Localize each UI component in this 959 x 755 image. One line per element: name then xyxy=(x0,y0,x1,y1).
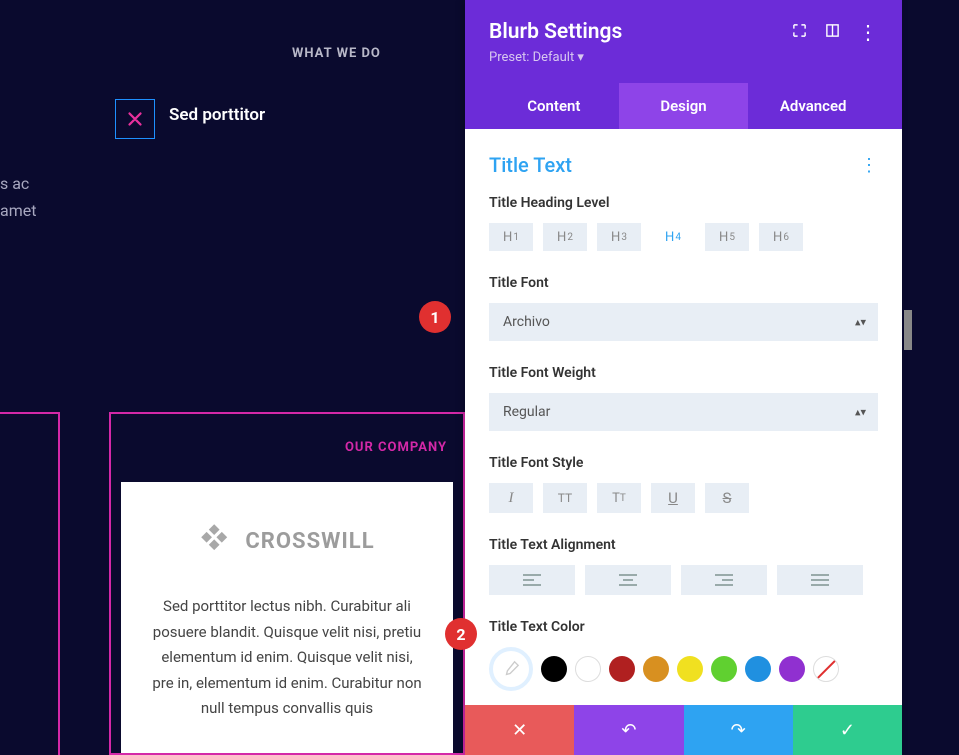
scrollbar-indicator[interactable] xyxy=(904,310,912,350)
blurb-icon xyxy=(115,99,155,139)
color-swatch-3[interactable] xyxy=(643,656,669,682)
tab-advanced[interactable]: Advanced xyxy=(748,83,878,129)
weight-label: Title Font Weight xyxy=(489,365,878,381)
cancel-button[interactable]: ✕ xyxy=(465,705,574,755)
tab-design[interactable]: Design xyxy=(619,83,749,129)
color-swatch-5[interactable] xyxy=(711,656,737,682)
select-arrows-icon: ▴▾ xyxy=(855,406,866,419)
company-content: CROSSWILL Sed porttitor lectus nibh. Cur… xyxy=(121,482,453,753)
what-we-do-label: WHAT WE DO xyxy=(292,46,381,61)
expand-icon[interactable] xyxy=(792,23,807,42)
font-label: Title Font xyxy=(489,275,878,291)
uppercase-button[interactable]: TT xyxy=(543,483,587,513)
blurb-title: Sed porttitor xyxy=(169,105,265,125)
panel-title: Blurb Settings xyxy=(489,20,622,44)
font-select[interactable]: Archivo ▴▾ xyxy=(489,303,878,341)
style-label: Title Font Style xyxy=(489,455,878,471)
color-swatch-1[interactable] xyxy=(575,656,601,682)
undo-button[interactable]: ↶ xyxy=(574,705,683,755)
italic-button[interactable]: I xyxy=(489,483,533,513)
settings-panel: Blurb Settings ⋮ Preset: Default ▾ Conte… xyxy=(465,0,902,755)
heading-h5-button[interactable]: H5 xyxy=(705,223,749,251)
heading-level-label: Title Heading Level xyxy=(489,195,878,211)
redo-button[interactable]: ↷ xyxy=(684,705,793,755)
preset-selector[interactable]: Preset: Default ▾ xyxy=(489,50,878,65)
company-logo: CROSSWILL xyxy=(151,522,423,560)
annotation-marker-1: 1 xyxy=(419,301,451,333)
color-swatch-7[interactable] xyxy=(779,656,805,682)
color-swatch-6[interactable] xyxy=(745,656,771,682)
save-button[interactable]: ✓ xyxy=(793,705,902,755)
left-clipped-text: s ac amet xyxy=(0,170,36,224)
company-paragraph: Sed porttitor lectus nibh. Curabitur ali… xyxy=(151,594,423,722)
our-company-label: OUR COMPANY xyxy=(345,440,447,455)
panel-body: Title Text ⋮ Title Heading Level H1 H2 H3 H… xyxy=(465,129,902,699)
color-swatch-0[interactable] xyxy=(541,656,567,682)
panel-footer: ✕ ↶ ↷ ✓ xyxy=(465,705,902,755)
strikethrough-button[interactable]: S xyxy=(705,483,749,513)
align-center-button[interactable] xyxy=(585,565,671,595)
color-picker-button[interactable] xyxy=(489,647,533,691)
color-swatch-4[interactable] xyxy=(677,656,703,682)
section-border xyxy=(0,412,60,755)
section-menu-icon[interactable]: ⋮ xyxy=(860,155,878,176)
smallcaps-button[interactable]: TT xyxy=(597,483,641,513)
alignment-label: Title Text Alignment xyxy=(489,537,878,553)
color-swatch-2[interactable] xyxy=(609,656,635,682)
color-none-swatch[interactable] xyxy=(813,656,839,682)
heading-h1-button[interactable]: H1 xyxy=(489,223,533,251)
underline-button[interactable]: U xyxy=(651,483,695,513)
annotation-marker-2: 2 xyxy=(445,618,477,650)
select-arrows-icon: ▴▾ xyxy=(855,316,866,329)
heading-h2-button[interactable]: H2 xyxy=(543,223,587,251)
blurb-module[interactable]: Sed porttitor xyxy=(115,99,265,139)
heading-h3-button[interactable]: H3 xyxy=(597,223,641,251)
snap-icon[interactable] xyxy=(825,23,840,42)
section-title[interactable]: Title Text xyxy=(489,153,572,177)
heading-h6-button[interactable]: H6 xyxy=(759,223,803,251)
align-left-button[interactable] xyxy=(489,565,575,595)
tab-content[interactable]: Content xyxy=(489,83,619,129)
align-right-button[interactable] xyxy=(681,565,767,595)
color-label: Title Text Color xyxy=(489,619,878,635)
heading-h4-button[interactable]: H4 xyxy=(651,223,695,251)
panel-header: Blurb Settings ⋮ Preset: Default ▾ Conte… xyxy=(465,0,902,129)
company-module[interactable]: OUR COMPANY CROSSWILL Sed porttitor lect… xyxy=(109,412,465,755)
align-justify-button[interactable] xyxy=(777,565,863,595)
weight-select[interactable]: Regular ▴▾ xyxy=(489,393,878,431)
